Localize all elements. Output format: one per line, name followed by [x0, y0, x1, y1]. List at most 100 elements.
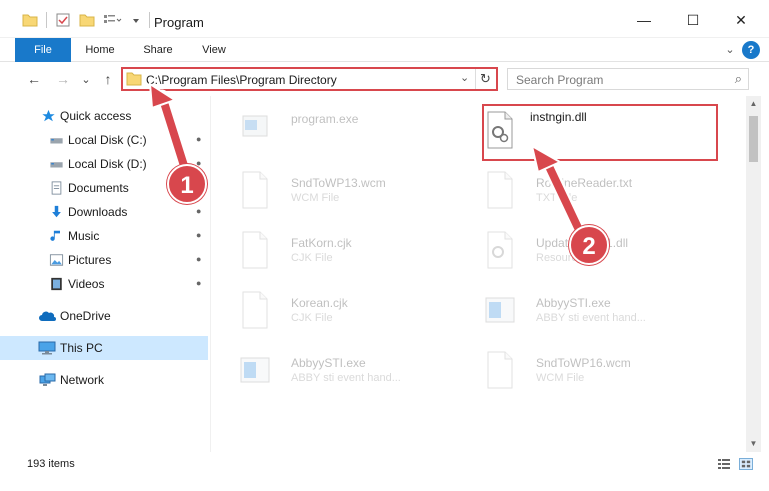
callout-step-1: 1	[167, 164, 207, 204]
sidebar-item-label: Music	[68, 229, 100, 243]
file-item-program-exe[interactable]: program.exe	[211, 100, 451, 156]
file-type: CJK File	[291, 312, 333, 324]
blank-file-icon	[242, 291, 268, 329]
file-type: WCM File	[291, 192, 340, 204]
sidebar-item-quick-access[interactable]: Quick access	[0, 104, 208, 128]
pictures-icon	[49, 254, 64, 266]
back-button[interactable]: ←	[24, 69, 44, 89]
dll-icon	[487, 231, 513, 269]
window-title: Program	[154, 15, 204, 30]
close-button[interactable]: ✕	[729, 8, 753, 32]
maximize-button[interactable]: ☐	[681, 8, 705, 32]
file-type: ABBY sti event hand...	[536, 312, 646, 324]
exe-icon	[242, 115, 268, 137]
address-path[interactable]: C:\Program Files\Program Directory	[146, 73, 337, 87]
this-pc-icon	[38, 341, 56, 355]
new-folder-icon[interactable]	[79, 12, 95, 28]
sidebar-item-music[interactable]: Music ●	[0, 224, 208, 248]
refresh-button[interactable]: ↻	[475, 69, 495, 89]
file-name: instngin.dll	[530, 110, 587, 124]
scroll-down-icon[interactable]: ▼	[746, 436, 761, 452]
file-type: TXT File	[536, 192, 578, 204]
title-bar: Program — ☐ ✕	[0, 0, 769, 38]
downloads-icon	[52, 205, 61, 218]
sidebar-item-label: Quick access	[60, 109, 132, 123]
search-placeholder[interactable]: Search Program	[516, 73, 603, 87]
blank-file-icon	[487, 351, 513, 389]
forward-button[interactable]: →	[53, 69, 73, 89]
file-item-fatkorn-cjk[interactable]: FatKorn.cjk CJK File	[211, 224, 451, 280]
sidebar-item-label: Videos	[68, 277, 105, 291]
documents-icon	[51, 181, 62, 195]
toolbar-separator	[149, 12, 150, 28]
pin-icon[interactable]: ●	[196, 134, 201, 144]
large-icons-view-icon[interactable]	[739, 458, 753, 470]
sidebar-item-label: Documents	[68, 181, 129, 195]
folder-icon[interactable]	[22, 12, 38, 28]
file-item-abbyysti-exe[interactable]: AbbyySTI.exe ABBY sti event hand...	[456, 284, 696, 340]
details-view-icon[interactable]	[717, 458, 731, 470]
properties-icon[interactable]	[55, 12, 71, 28]
file-name: RoutineReader.txt	[536, 176, 633, 190]
search-box[interactable]: Search Program ⌕	[507, 68, 749, 90]
address-dropdown-icon[interactable]: ⌄	[460, 71, 469, 84]
scroll-up-icon[interactable]: ▲	[746, 96, 761, 112]
toolbar-separator	[46, 12, 47, 28]
sidebar-item-label: Local Disk (D:)	[68, 157, 147, 171]
ribbon-tabs: File Home Share View ⌄ ?	[0, 38, 769, 94]
file-type: WCM File	[536, 372, 585, 384]
expand-ribbon-button[interactable]: ⌄	[722, 38, 738, 62]
file-name: Korean.cjk	[291, 296, 348, 310]
customize-toolbar-icon[interactable]	[103, 12, 123, 28]
file-name: SndToWP13.wcm	[291, 176, 386, 190]
file-name: AbbyySTI.exe	[536, 296, 611, 310]
help-button[interactable]: ?	[742, 41, 760, 59]
navigation-pane: Quick access Local Disk (C:) ● Local Dis…	[0, 96, 210, 452]
file-item-instngin-dll[interactable]: instngin.dll	[456, 104, 696, 160]
sidebar-item-label: OneDrive	[60, 309, 111, 323]
folder-icon	[126, 72, 142, 86]
scrollbar-thumb[interactable]	[749, 116, 758, 162]
blank-file-icon	[487, 171, 513, 209]
dll-icon	[487, 111, 513, 149]
sidebar-item-downloads[interactable]: Downloads ●	[0, 200, 208, 224]
sidebar-item-label: Local Disk (C:)	[68, 133, 147, 147]
up-button[interactable]: ↑	[98, 69, 118, 89]
blank-file-icon	[242, 231, 268, 269]
tab-share[interactable]: Share	[137, 38, 179, 62]
pin-icon[interactable]: ●	[196, 206, 201, 216]
onedrive-icon	[39, 311, 56, 321]
sidebar-item-network[interactable]: Network	[0, 368, 208, 392]
sidebar-item-pictures[interactable]: Pictures ●	[0, 248, 208, 272]
sidebar-item-local-disk-c[interactable]: Local Disk (C:) ●	[0, 128, 208, 152]
pin-icon[interactable]: ●	[196, 278, 201, 288]
file-list: program.exe instngin.dll SndToWP13.wcm W…	[211, 96, 746, 452]
vertical-scrollbar[interactable]: ▲ ▼	[746, 96, 761, 452]
sidebar-item-videos[interactable]: Videos ●	[0, 272, 208, 296]
pin-icon[interactable]: ●	[196, 230, 201, 240]
file-item-routinereader-txt[interactable]: RoutineReader.txt TXT File	[456, 164, 696, 220]
file-item-sndtowp16-wcm[interactable]: SndToWP16.wcm WCM File	[456, 344, 696, 400]
file-item-sndtowp13-wcm[interactable]: SndToWP13.wcm WCM File	[211, 164, 451, 220]
star-icon	[42, 109, 55, 122]
sidebar-item-onedrive[interactable]: OneDrive	[0, 304, 208, 328]
minimize-button[interactable]: —	[632, 8, 656, 32]
sidebar-item-this-pc[interactable]: This PC	[0, 336, 208, 360]
dropdown-icon[interactable]	[131, 12, 141, 28]
tab-home[interactable]: Home	[78, 38, 122, 62]
file-name: program.exe	[291, 112, 359, 126]
file-item-korean-cjk[interactable]: Korean.cjk CJK File	[211, 284, 451, 340]
navigation-bar: ← → ⌄ ↑ C:\Program Files\Program Directo…	[0, 62, 769, 96]
sidebar-item-label: Downloads	[68, 205, 128, 219]
sidebar-item-label: Network	[60, 373, 105, 387]
file-item-abbyysti-exe[interactable]: AbbyySTI.exe ABBY sti event hand...	[211, 344, 451, 400]
recent-locations-button[interactable]: ⌄	[76, 69, 96, 89]
quick-access-toolbar	[22, 12, 150, 28]
exe-app-icon	[485, 297, 515, 323]
sidebar-item-label: This PC	[60, 341, 103, 355]
address-bar[interactable]: C:\Program Files\Program Directory ⌄ ↻	[121, 67, 498, 91]
tab-view[interactable]: View	[194, 38, 234, 62]
sidebar-item-label: Pictures	[68, 253, 112, 267]
pin-icon[interactable]: ●	[196, 254, 201, 264]
search-icon[interactable]: ⌕	[735, 71, 742, 87]
